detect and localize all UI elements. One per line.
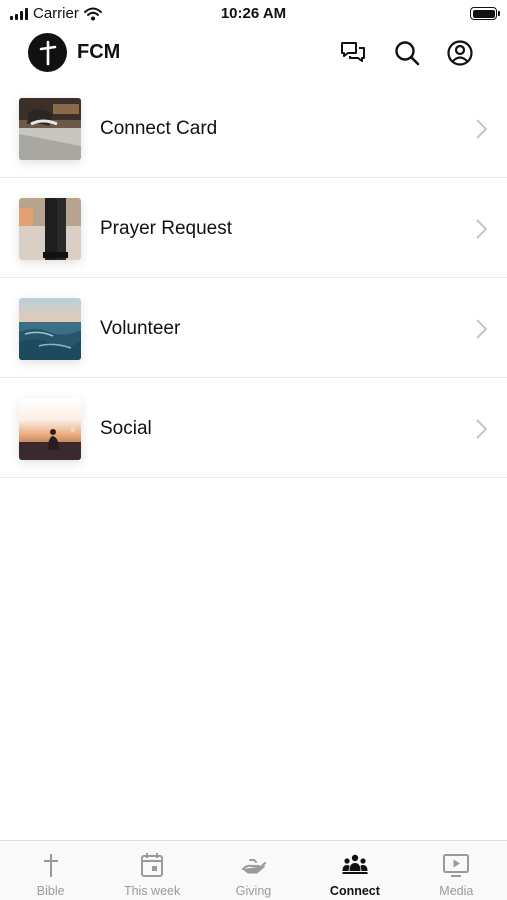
list-item-connect-card[interactable]: Connect Card [0,78,507,178]
calendar-icon [141,853,164,877]
search-icon[interactable] [393,39,421,67]
list-item-label: Prayer Request [100,218,233,239]
tab-label: This week [123,884,181,898]
prayer-request-thumbnail [19,198,81,260]
chevron-right-icon [476,219,488,239]
people-icon [342,854,368,874]
list-item-label: Connect Card [100,118,218,139]
list-item-social[interactable]: Social [0,378,507,478]
chat-icon[interactable] [339,39,367,67]
list-item-volunteer[interactable]: Volunteer [0,278,507,378]
tab-label: Media [439,884,474,898]
battery-icon [470,7,500,20]
connect-card-thumbnail [19,98,81,160]
tab-label: Connect [329,884,380,898]
connect-list: Connect Card Prayer Request Volunteer So… [0,78,507,478]
chevron-right-icon [476,319,488,339]
status-bar: Carrier 10:26 AM [0,0,507,28]
giving-hand-icon [241,859,266,874]
play-screen-icon [443,854,470,877]
app-header: FCM [0,28,507,78]
logo-icon[interactable] [28,33,67,72]
volunteer-thumbnail [19,298,81,360]
tab-label: Giving [235,884,272,898]
cross-icon [43,854,58,877]
tab-bible[interactable]: Bible [0,841,101,900]
tab-media[interactable]: Media [406,841,507,900]
list-item-label: Social [100,418,152,439]
tab-bar: Bible This week Giving Connect Media [0,840,507,900]
brand-title: FCM [77,41,121,63]
chevron-right-icon [476,419,488,439]
list-item-prayer-request[interactable]: Prayer Request [0,178,507,278]
account-icon[interactable] [446,39,474,67]
list-item-label: Volunteer [100,318,181,339]
tab-this-week[interactable]: This week [101,841,202,900]
chevron-right-icon [476,119,488,139]
tab-giving[interactable]: Giving [203,841,304,900]
tab-label: Bible [36,884,65,898]
status-time: 10:26 AM [220,5,287,22]
social-thumbnail [19,398,81,460]
tab-connect[interactable]: Connect [304,841,405,900]
